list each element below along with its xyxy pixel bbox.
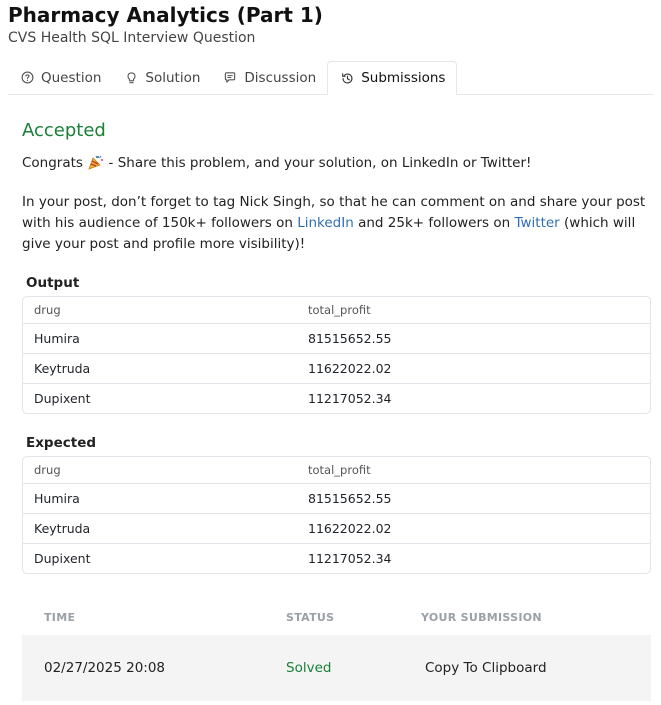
submission-row[interactable]: 02/27/2025 20:08 Solved Copy To Clipboar… [22,635,651,701]
congrats-message: Congrats - Share this problem, and your … [22,153,651,177]
submission-result: Accepted Congrats - Share this problem, … [22,118,651,574]
table-cell: Keytruda [34,361,91,376]
table-row: Humira 81515652.55 [23,323,650,353]
tab-question[interactable]: Question [8,61,112,94]
expected-table: drug total_profit Humira 81515652.55 Key… [22,456,651,574]
table-row: Dupixent 11217052.34 [23,543,650,573]
table-cell: 11217052.34 [308,551,392,566]
twitter-link[interactable]: Twitter [514,215,559,231]
party-popper-icon [87,154,104,177]
output-label: Output [26,275,80,291]
tab-solution-label: Solution [145,69,201,86]
share-text-2: and 25k+ followers on [353,215,515,231]
table-cell: 81515652.55 [308,331,392,346]
tab-submissions-label: Submissions [361,70,446,86]
submissions-header-row: TIME STATUS YOUR SUBMISSION [22,600,651,635]
page-subtitle: CVS Health SQL Interview Question [8,30,256,46]
column-header: drug [34,303,61,317]
tab-discussion-label: Discussion [244,69,317,86]
output-section: Output drug total_profit Humira 81515652… [22,274,651,414]
table-cell: Humira [34,331,80,346]
submission-status: Solved [286,660,332,676]
page-title: Pharmacy Analytics (Part 1) [8,3,323,27]
table-cell: 11622022.02 [308,361,392,376]
linkedin-link[interactable]: LinkedIn [297,215,354,231]
table-row: Humira 81515652.55 [23,483,650,513]
column-header: total_profit [308,463,371,477]
table-cell: 81515652.55 [308,491,392,506]
copy-to-clipboard-button[interactable]: Copy To Clipboard [400,660,651,676]
submissions-table: TIME STATUS YOUR SUBMISSION 02/27/2025 2… [22,600,651,701]
chat-bubble-icon [223,71,237,85]
status-accepted: Accepted [22,120,106,141]
history-icon [340,71,354,85]
column-header-submission: YOUR SUBMISSION [421,611,542,624]
tab-solution[interactable]: Solution [112,61,211,94]
table-row: Dupixent 11217052.34 [23,383,650,413]
table-cell: 11217052.34 [308,391,392,406]
column-header: drug [34,463,61,477]
output-table: drug total_profit Humira 81515652.55 Key… [22,296,651,414]
table-header-row: drug total_profit [23,457,650,483]
tab-submissions[interactable]: Submissions [327,61,458,95]
tab-bar: Question Solution Discussion Submissions [8,61,653,95]
column-header-time: TIME [44,611,76,624]
table-cell: Humira [34,491,80,506]
table-row: Keytruda 11622022.02 [23,513,650,543]
table-row: Keytruda 11622022.02 [23,353,650,383]
congrats-suffix: - Share this problem, and your solution,… [104,155,532,171]
tab-discussion[interactable]: Discussion [211,61,327,94]
column-header-status: STATUS [286,611,335,624]
column-header: total_profit [308,303,371,317]
expected-section: Expected drug total_profit Humira 815156… [22,434,651,574]
lightbulb-icon [124,71,138,85]
expected-label: Expected [26,435,97,451]
table-cell: 11622022.02 [308,521,392,536]
problem-header: Pharmacy Analytics (Part 1) CVS Health S… [8,0,653,47]
congrats-prefix: Congrats [22,155,83,171]
table-cell: Dupixent [34,391,91,406]
table-header-row: drug total_profit [23,297,650,323]
submission-time: 02/27/2025 20:08 [44,660,166,676]
tab-question-label: Question [41,69,102,86]
table-cell: Dupixent [34,551,91,566]
share-message: In your post, don’t forget to tag Nick S… [22,192,651,255]
table-cell: Keytruda [34,521,91,536]
question-circle-icon [20,71,34,85]
